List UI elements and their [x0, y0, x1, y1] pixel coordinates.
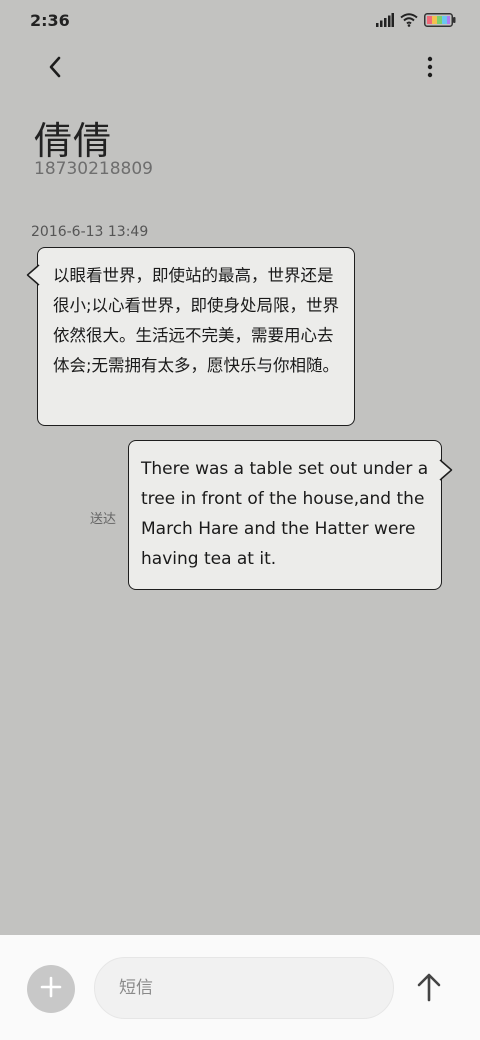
composer-bar	[0, 935, 480, 1040]
incoming-message-bubble[interactable]: 以眼看世界，即使站的最高，世界还是很小;以心看世界，即使身处局限，世界依然很大。…	[26, 247, 355, 426]
add-attachment-button[interactable]	[27, 965, 75, 1013]
contact-number: 18730218809	[34, 159, 153, 179]
back-button[interactable]	[38, 52, 72, 86]
message-input[interactable]	[94, 957, 394, 1019]
delivery-status: 送达	[90, 512, 117, 527]
status-bar: 2:36	[0, 0, 480, 40]
arrow-up-icon	[416, 972, 442, 1006]
bubble-tail	[439, 459, 453, 481]
status-icons	[376, 12, 456, 31]
signal-icon	[376, 12, 394, 31]
more-vertical-icon	[427, 56, 433, 82]
outgoing-message-text: There was a table set out under a tree i…	[141, 459, 429, 569]
incoming-message-text: 以眼看世界，即使站的最高，世界还是很小;以心看世界，即使身处局限，世界依然很大。…	[53, 266, 340, 375]
bubble-tail	[26, 264, 40, 286]
message-timestamp: 2016-6-13 13:49	[31, 224, 149, 240]
outgoing-message-bubble[interactable]: There was a table set out under a tree i…	[128, 440, 453, 590]
send-button[interactable]	[410, 969, 448, 1009]
more-options-button[interactable]	[420, 52, 440, 86]
wifi-icon	[400, 12, 418, 31]
status-time: 2:36	[30, 11, 70, 30]
battery-icon	[424, 12, 456, 31]
chevron-left-icon	[46, 55, 64, 83]
contact-name: 倩倩	[34, 119, 113, 163]
plus-icon	[40, 976, 62, 1002]
